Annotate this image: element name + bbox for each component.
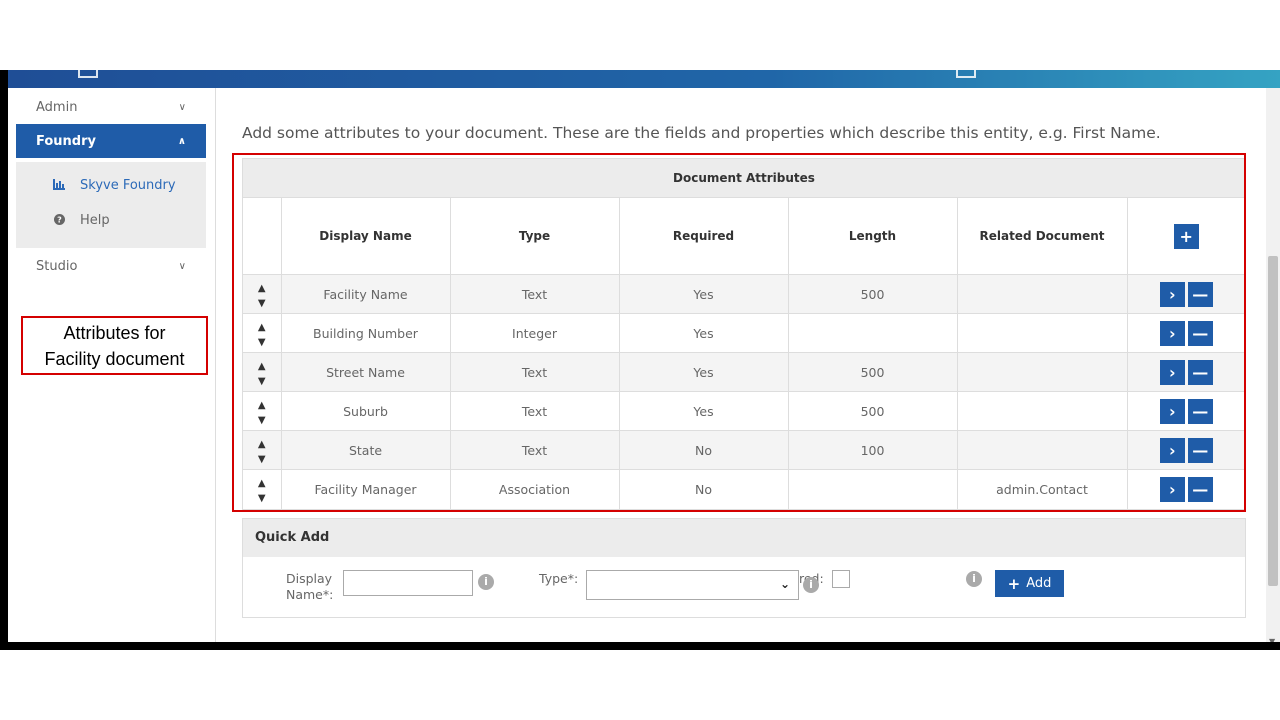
sidebar-item-help[interactable]: ? Help — [52, 213, 110, 228]
header-icon-left[interactable] — [78, 70, 98, 78]
info-icon[interactable]: i — [478, 574, 494, 590]
quick-add-title: Quick Add — [243, 519, 1245, 557]
scroll-down-icon[interactable]: ▼ — [1269, 637, 1275, 642]
sidebar-item-label: Studio — [36, 258, 78, 274]
sidebar-item-studio[interactable]: Studio ∨ — [16, 249, 206, 283]
vertical-scrollbar[interactable]: ▼ — [1266, 88, 1280, 642]
foundry-submenu: Skyve Foundry ? Help — [16, 162, 206, 248]
quick-add-panel: Quick Add Display Name*: i Type*: ⌄ red:… — [242, 518, 1246, 618]
bar-chart-icon — [52, 178, 66, 193]
type-select[interactable]: ⌄ — [586, 570, 799, 600]
info-icon[interactable]: i — [966, 571, 982, 587]
quick-add-button[interactable]: + Add — [995, 570, 1064, 597]
required-checkbox[interactable] — [832, 570, 850, 588]
display-name-input[interactable] — [343, 570, 473, 596]
sidebar-item-admin[interactable]: Admin ∨ — [16, 90, 206, 124]
plus-icon: + — [1007, 574, 1021, 593]
chevron-down-icon: ∨ — [178, 260, 186, 272]
sidebar-item-label: Admin — [36, 99, 78, 115]
chevron-down-icon: ∨ — [178, 101, 186, 113]
intro-text: Add some attributes to your document. Th… — [242, 124, 1161, 142]
info-icon[interactable]: i — [803, 577, 819, 593]
scrollbar-thumb[interactable] — [1268, 256, 1278, 586]
sidebar-item-label: Foundry — [36, 133, 96, 149]
attributes-highlight-box — [232, 153, 1246, 512]
question-circle-icon: ? — [52, 213, 66, 228]
sidebar-item-label: Skyve Foundry — [80, 178, 176, 193]
sidebar-item-label: Help — [80, 213, 110, 228]
sidebar-item-skyve-foundry[interactable]: Skyve Foundry — [52, 178, 176, 193]
chevron-down-icon: ⌄ — [779, 577, 790, 591]
svg-text:?: ? — [57, 215, 62, 224]
annotation-callout: Attributes for Facility document — [21, 316, 208, 375]
top-header-bar — [8, 70, 1280, 88]
type-label: Type*: — [539, 571, 579, 586]
sidebar-item-foundry[interactable]: Foundry ∧ — [16, 124, 206, 158]
add-button-label: Add — [1026, 576, 1052, 591]
display-name-label: Display Name*: — [286, 571, 334, 602]
header-icon-right[interactable] — [956, 70, 976, 78]
chevron-up-icon: ∧ — [177, 135, 186, 147]
